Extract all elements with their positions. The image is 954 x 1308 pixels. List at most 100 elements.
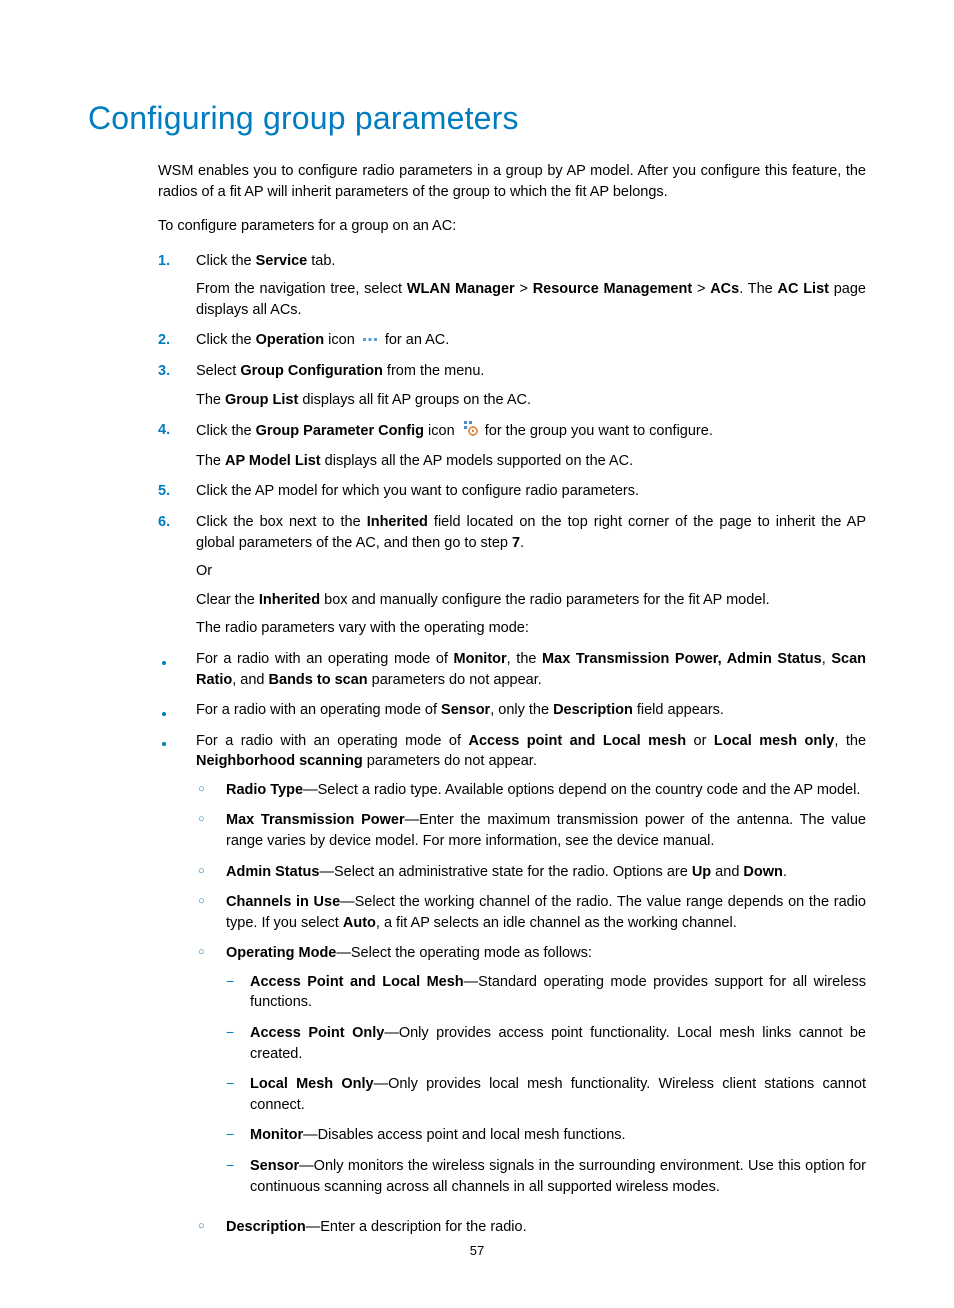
bold: Admin Status bbox=[226, 864, 319, 880]
bold: Group List bbox=[225, 392, 298, 408]
dash-bullet-icon: − bbox=[226, 1125, 250, 1146]
bold: Access Point Only bbox=[250, 1025, 384, 1041]
text: , the bbox=[834, 733, 866, 749]
circle-bullet-icon: ○ bbox=[196, 943, 226, 1207]
text: displays all the AP models supported on … bbox=[321, 453, 633, 469]
intro-paragraph: WSM enables you to configure radio param… bbox=[158, 161, 866, 202]
dash-bullet-icon: − bbox=[226, 1023, 250, 1064]
text: The bbox=[196, 453, 225, 469]
text: > bbox=[692, 281, 710, 297]
text: for the group you want to configure. bbox=[481, 423, 713, 439]
bold: ACs bbox=[710, 281, 739, 297]
list-item: ○ Admin Status—Select an administrative … bbox=[196, 862, 866, 883]
bold: Access point and Local mesh bbox=[468, 733, 686, 749]
text: parameters do not appear. bbox=[363, 753, 537, 769]
text: —Select the operating mode as follows: bbox=[336, 945, 592, 961]
text: box and manually configure the radio par… bbox=[320, 592, 770, 608]
list-item: For a radio with an operating mode of Ac… bbox=[158, 731, 866, 1248]
text: . bbox=[520, 535, 524, 551]
text: Click the AP model for which you want to… bbox=[196, 483, 639, 499]
step-2: 2. Click the Operation icon for an AC. bbox=[158, 330, 866, 351]
bold: Sensor bbox=[250, 1158, 299, 1174]
list-item: For a radio with an operating mode of Se… bbox=[158, 700, 866, 721]
steps-list: 1. Click the Service tab. From the navig… bbox=[158, 251, 866, 639]
text: field appears. bbox=[633, 702, 724, 718]
bold: AC List bbox=[777, 281, 828, 297]
bullet-icon bbox=[158, 700, 196, 721]
step-4: 4. Click the Group Parameter Config icon… bbox=[158, 420, 866, 471]
text: Click the box next to the bbox=[196, 514, 367, 530]
dash-bullet-icon: − bbox=[226, 1074, 250, 1115]
text: —Select an administrative state for the … bbox=[319, 864, 691, 880]
page-title: Configuring group parameters bbox=[88, 100, 866, 137]
text: —Only monitors the wireless signals in t… bbox=[250, 1158, 866, 1195]
bold: Group Configuration bbox=[240, 363, 383, 379]
text: —Select a radio type. Available options … bbox=[303, 782, 860, 798]
gear-icon bbox=[462, 420, 478, 443]
step-number: 5. bbox=[158, 481, 196, 502]
step-3: 3. Select Group Configuration from the m… bbox=[158, 361, 866, 410]
list-item: For a radio with an operating mode of Mo… bbox=[158, 649, 866, 690]
circle-bullet-icon: ○ bbox=[196, 780, 226, 801]
text: Click the bbox=[196, 333, 256, 349]
text: —Enter a description for the radio. bbox=[306, 1219, 527, 1235]
list-item: − Local Mesh Only—Only provides local me… bbox=[226, 1074, 866, 1115]
mode-notes-list: For a radio with an operating mode of Mo… bbox=[158, 649, 866, 1248]
list-item: ○ Description—Enter a description for th… bbox=[196, 1217, 866, 1238]
circle-bullet-icon: ○ bbox=[196, 892, 226, 933]
list-item: ○ Operating Mode—Select the operating mo… bbox=[196, 943, 866, 1207]
list-item: ○ Channels in Use—Select the working cha… bbox=[196, 892, 866, 933]
bold: Bands to scan bbox=[269, 672, 368, 688]
text: —Disables access point and local mesh fu… bbox=[303, 1127, 625, 1143]
text: . The bbox=[739, 281, 777, 297]
circle-bullet-icon: ○ bbox=[196, 1217, 226, 1238]
text: icon bbox=[324, 333, 359, 349]
text: For a radio with an operating mode of bbox=[196, 733, 468, 749]
bold: Local mesh only bbox=[714, 733, 834, 749]
text: icon bbox=[424, 423, 459, 439]
bullet-icon bbox=[158, 731, 196, 1248]
list-item: − Monitor—Disables access point and loca… bbox=[226, 1125, 866, 1146]
bold: Channels in Use bbox=[226, 894, 340, 910]
bold: AP Model List bbox=[225, 453, 321, 469]
step-5: 5. Click the AP model for which you want… bbox=[158, 481, 866, 502]
page-number: 57 bbox=[0, 1243, 954, 1258]
text: > bbox=[515, 281, 533, 297]
text: and bbox=[711, 864, 743, 880]
bold: Auto bbox=[343, 915, 376, 931]
text: for an AC. bbox=[381, 333, 450, 349]
dash-bullet-icon: − bbox=[226, 1156, 250, 1197]
text: The radio parameters vary with the opera… bbox=[196, 618, 866, 639]
dash-bullet-icon: − bbox=[226, 972, 250, 1013]
step-number: 2. bbox=[158, 330, 196, 351]
bold: Operating Mode bbox=[226, 945, 336, 961]
text: , the bbox=[507, 651, 542, 667]
step-number: 3. bbox=[158, 361, 196, 410]
bold: WLAN Manager bbox=[407, 281, 515, 297]
text: , only the bbox=[490, 702, 553, 718]
bold: Neighborhood scanning bbox=[196, 753, 363, 769]
text: displays all fit AP groups on the AC. bbox=[298, 392, 531, 408]
bold: Monitor bbox=[454, 651, 507, 667]
step-number: 4. bbox=[158, 420, 196, 471]
list-item: − Access Point and Local Mesh—Standard o… bbox=[226, 972, 866, 1013]
bold: Resource Management bbox=[533, 281, 692, 297]
operating-modes-list: − Access Point and Local Mesh—Standard o… bbox=[226, 972, 866, 1197]
text: tab. bbox=[307, 253, 335, 269]
step-1: 1. Click the Service tab. From the navig… bbox=[158, 251, 866, 321]
text: For a radio with an operating mode of bbox=[196, 702, 441, 718]
text: From the navigation tree, select bbox=[196, 281, 407, 297]
bold: Inherited bbox=[367, 514, 428, 530]
text: Click the bbox=[196, 253, 256, 269]
circle-bullet-icon: ○ bbox=[196, 810, 226, 851]
parameters-list: ○ Radio Type—Select a radio type. Availa… bbox=[196, 780, 866, 1238]
bold: Description bbox=[226, 1219, 306, 1235]
list-item: − Access Point Only—Only provides access… bbox=[226, 1023, 866, 1064]
bold: Description bbox=[553, 702, 633, 718]
bold: Up bbox=[692, 864, 711, 880]
bold: Sensor bbox=[441, 702, 490, 718]
bold: Max Transmission Power bbox=[226, 812, 405, 828]
bold: Service bbox=[256, 253, 308, 269]
text: Select bbox=[196, 363, 240, 379]
bold: Monitor bbox=[250, 1127, 303, 1143]
